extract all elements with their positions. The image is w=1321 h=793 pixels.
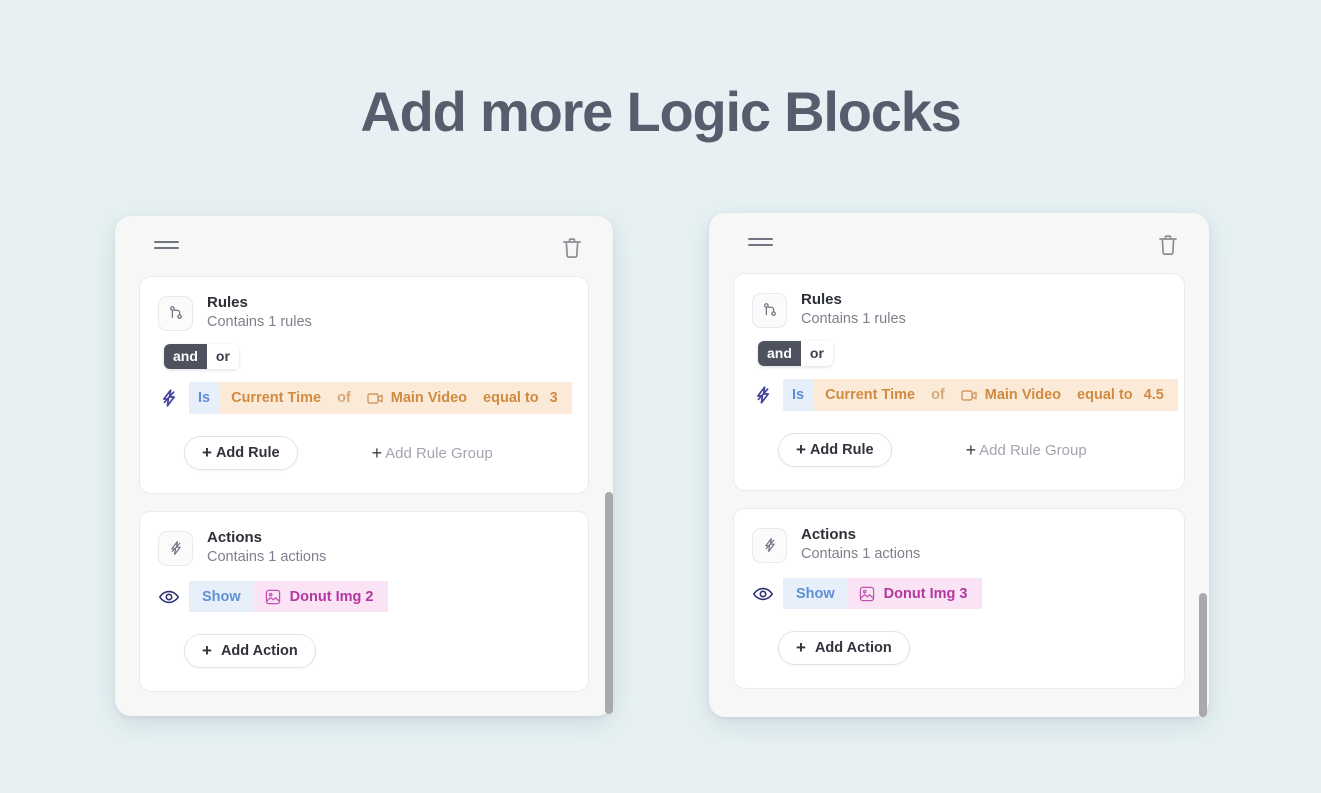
add-rule-label: Add Rule: [809, 442, 874, 458]
actions-subtitle: Contains 1 actions: [801, 546, 921, 562]
plus-icon: +: [371, 443, 383, 463]
add-action-button[interactable]: + Add Action: [184, 634, 316, 668]
plus-icon: +: [202, 443, 212, 462]
and-or-toggle[interactable]: and or: [758, 341, 833, 366]
rule-chips[interactable]: Is Current Time of Main Video: [189, 382, 572, 414]
rule-value[interactable]: 4.5: [1144, 387, 1178, 403]
rules-button-row: + Add Rule + Add Rule Group: [734, 411, 1184, 490]
rules-button-row: + Add Rule + Add Rule Group: [140, 414, 588, 493]
image-icon: [859, 586, 875, 602]
toggle-and[interactable]: and: [758, 341, 801, 366]
rules-subtitle: Contains 1 rules: [207, 314, 312, 330]
drag-handle-icon[interactable]: [748, 238, 773, 247]
drag-handle-icon[interactable]: [154, 241, 179, 250]
page-title: Add more Logic Blocks: [360, 80, 961, 143]
image-icon: [265, 589, 281, 605]
rules-panel: Rules Contains 1 rules and or Is Current…: [139, 276, 589, 494]
actions-subtitle: Contains 1 actions: [207, 549, 327, 565]
trash-icon[interactable]: [1156, 232, 1180, 258]
actions-panel: Actions Contains 1 actions Show Donut Im…: [139, 511, 589, 692]
rules-subtitle: Contains 1 rules: [801, 311, 906, 327]
add-action-button[interactable]: + Add Action: [778, 631, 910, 665]
rule-property[interactable]: Current Time: [231, 390, 321, 406]
rule-operator[interactable]: equal to: [483, 390, 539, 406]
actions-title: Actions: [801, 526, 857, 543]
rules-panel-header: Rules Contains 1 rules: [734, 274, 1184, 329]
lightning-bolt-icon: [158, 387, 180, 409]
block-header: [115, 216, 613, 276]
add-action-label: Add Action: [814, 640, 892, 656]
rule-expression-chip[interactable]: Current Time of Main Video equal to: [219, 382, 572, 414]
add-rule-group-button[interactable]: + Add Rule Group: [960, 441, 1093, 460]
rule-operator[interactable]: equal to: [1077, 387, 1133, 403]
add-rule-group-label: Add Rule Group: [385, 444, 493, 462]
rules-title: Rules: [801, 291, 842, 308]
rules-panel-header: Rules Contains 1 rules: [140, 277, 588, 332]
lightning-bolt-icon: [752, 527, 787, 563]
git-branch-icon: [158, 295, 193, 331]
add-rule-group-label: Add Rule Group: [979, 441, 1087, 459]
git-branch-icon: [752, 292, 787, 328]
eye-icon: [752, 583, 774, 605]
rules-title: Rules: [207, 294, 248, 311]
actions-button-row: + Add Action: [734, 609, 1184, 688]
add-rule-button[interactable]: + Add Rule: [184, 436, 298, 470]
rule-is-chip[interactable]: Is: [783, 379, 814, 411]
action-verb-chip[interactable]: Show: [783, 578, 848, 609]
toggle-or[interactable]: or: [206, 344, 239, 369]
logic-block-1[interactable]: Rules Contains 1 rules and or Is Current…: [115, 216, 613, 716]
add-rule-group-button[interactable]: + Add Rule Group: [366, 444, 499, 463]
rule-row[interactable]: Is Current Time of Main Video: [734, 379, 1184, 411]
block-header: [709, 213, 1209, 273]
scrollbar-thumb-right[interactable]: [1199, 593, 1207, 717]
video-camera-icon: [367, 392, 384, 405]
actions-title: Actions: [207, 529, 263, 546]
rule-value[interactable]: 3: [550, 390, 572, 406]
eye-icon: [158, 586, 180, 608]
actions-panel-header: Actions Contains 1 actions: [734, 509, 1184, 564]
and-or-toggle[interactable]: and or: [164, 344, 239, 369]
plus-icon: +: [796, 440, 806, 459]
toggle-or[interactable]: or: [800, 341, 833, 366]
trash-icon[interactable]: [560, 235, 584, 261]
plus-icon: +: [965, 440, 977, 460]
add-action-label: Add Action: [220, 643, 298, 659]
rule-expression-chip[interactable]: Current Time of Main Video equal to: [813, 379, 1178, 411]
action-target-label: Donut Img 2: [289, 588, 374, 605]
rule-target[interactable]: Main Video: [391, 390, 467, 406]
lightning-bolt-icon: [158, 530, 193, 566]
action-row[interactable]: Show Donut Img 2: [140, 581, 588, 612]
scrollbar-thumb-left[interactable]: [605, 492, 613, 714]
plus-icon: +: [202, 641, 212, 660]
action-target-chip[interactable]: Donut Img 3: [847, 578, 983, 609]
actions-panel: Actions Contains 1 actions Show Donut Im…: [733, 508, 1185, 689]
actions-button-row: + Add Action: [140, 612, 588, 691]
action-verb-chip[interactable]: Show: [189, 581, 254, 612]
action-row[interactable]: Show Donut Img 3: [734, 578, 1184, 609]
rules-panel: Rules Contains 1 rules and or Is Current…: [733, 273, 1185, 491]
logic-block-2[interactable]: Rules Contains 1 rules and or Is Current…: [709, 213, 1209, 717]
plus-icon: +: [796, 638, 806, 657]
actions-panel-header: Actions Contains 1 actions: [140, 512, 588, 567]
action-target-chip[interactable]: Donut Img 2: [253, 581, 389, 612]
toggle-and[interactable]: and: [164, 344, 207, 369]
rule-target[interactable]: Main Video: [985, 387, 1061, 403]
add-rule-label: Add Rule: [215, 445, 280, 461]
rule-of: of: [337, 390, 351, 406]
rule-is-chip[interactable]: Is: [189, 382, 220, 414]
lightning-bolt-icon: [752, 384, 774, 406]
rule-chips[interactable]: Is Current Time of Main Video: [783, 379, 1178, 411]
rule-of: of: [931, 387, 945, 403]
rule-row[interactable]: Is Current Time of Main Video: [140, 382, 588, 414]
video-camera-icon: [961, 389, 978, 402]
rule-property[interactable]: Current Time: [825, 387, 915, 403]
add-rule-button[interactable]: + Add Rule: [778, 433, 892, 467]
action-target-label: Donut Img 3: [883, 585, 968, 602]
page-root: Add more Logic Blocks Rules Contains 1 r…: [0, 0, 1321, 793]
